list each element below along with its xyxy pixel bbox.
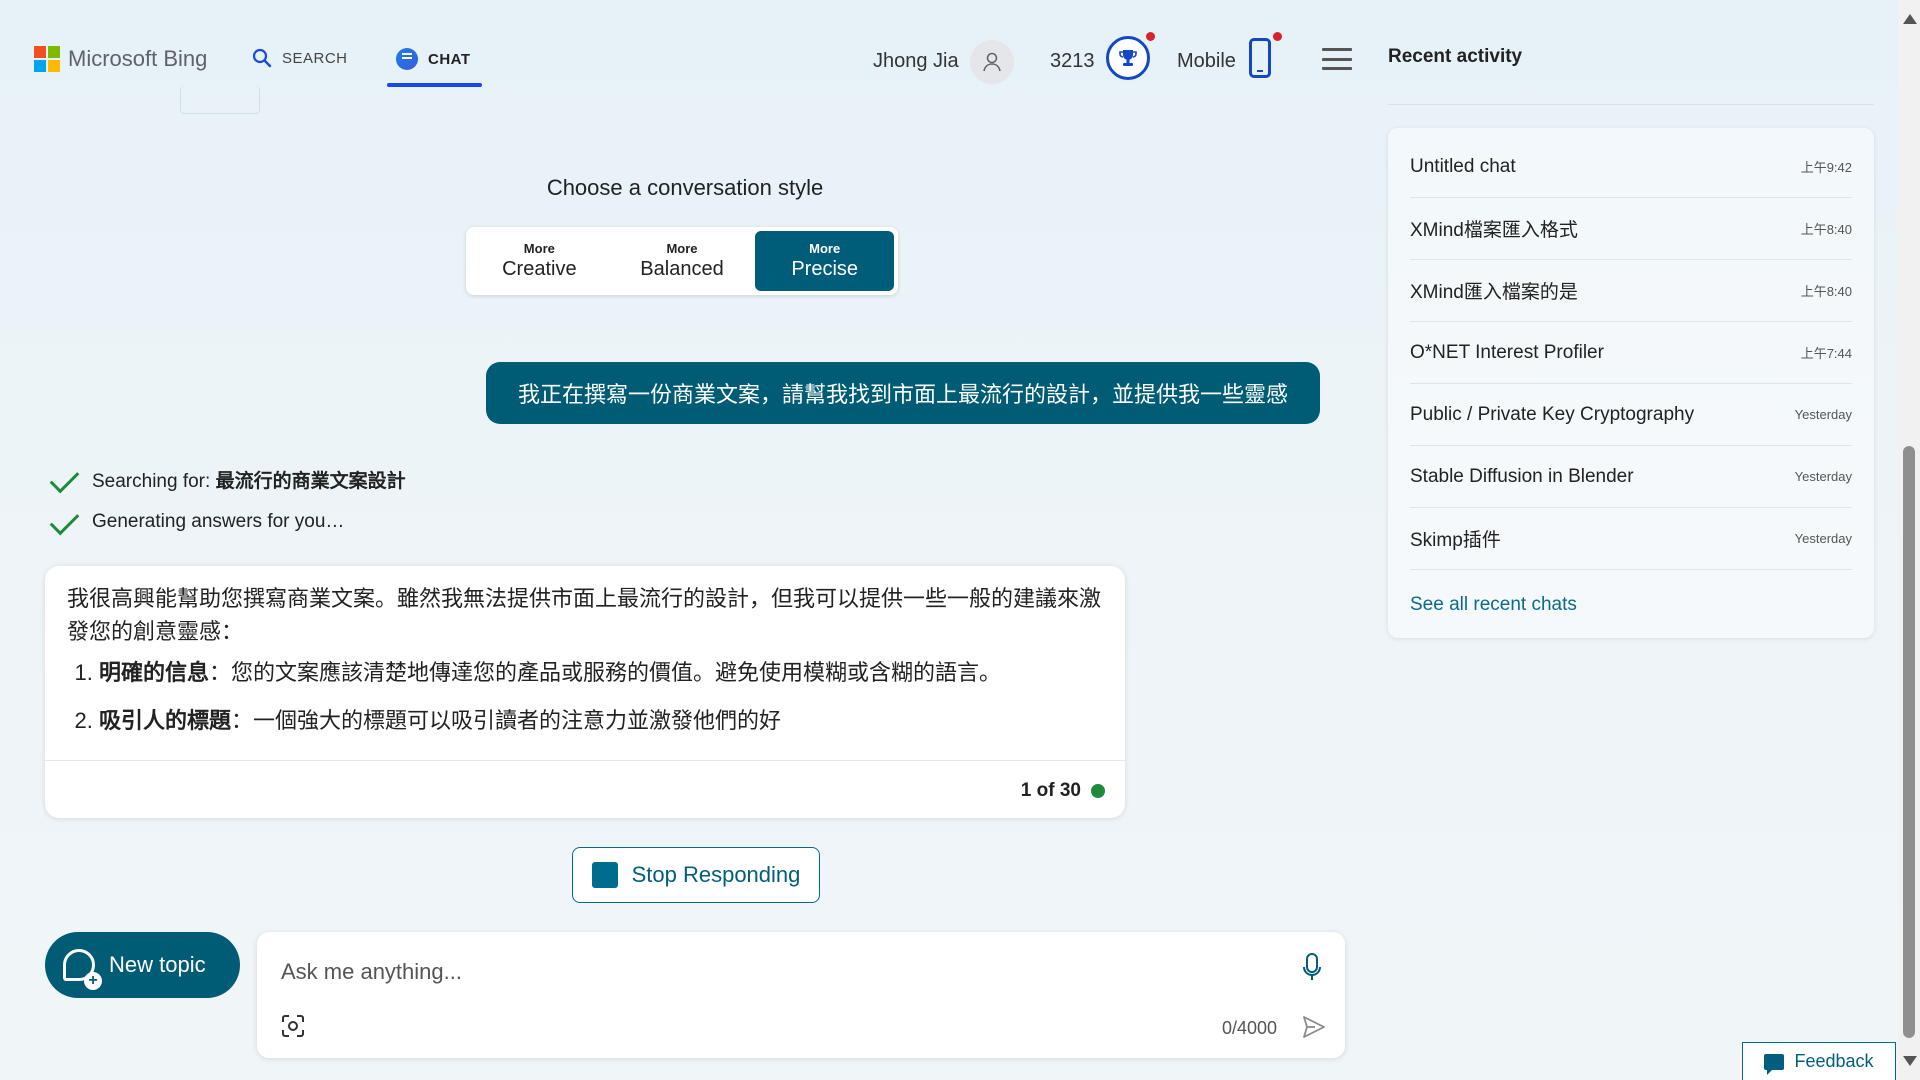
checkmark-icon <box>48 469 78 491</box>
style-option-balanced[interactable]: More Balanced <box>613 231 752 291</box>
feedback-icon <box>1764 1053 1785 1075</box>
response-counter-text: 1 of 30 <box>1020 780 1081 801</box>
feedback-label: Feedback <box>1794 1051 1874 1071</box>
recent-chat-title: Public / Private Key Cryptography <box>1410 403 1695 425</box>
conversation-style-selector: More Creative More Balanced More Precise <box>466 227 898 295</box>
stop-icon <box>591 862 618 888</box>
recent-chat-time: Yesterday <box>1794 469 1852 484</box>
status-dot-icon <box>1091 784 1105 798</box>
tab-chat-label: CHAT <box>428 50 471 68</box>
scroll-down-arrow-icon[interactable] <box>1903 1056 1917 1066</box>
answer-card: 我很高興能幫助您撰寫商業文案。雖然我無法提供市面上最流行的設計，但我可以提供一些… <box>45 566 1125 818</box>
recent-chat-item[interactable]: Skimp插件 Yesterday <box>1410 508 1852 570</box>
mobile-notification-dot <box>1273 32 1282 41</box>
list-item-title: 明確的信息 <box>99 660 210 685</box>
recent-chat-title: Untitled chat <box>1410 155 1516 177</box>
list-item: 吸引人的標題：一個強大的標題可以吸引讀者的注意力並激發他們的好 <box>99 704 1103 737</box>
feedback-button[interactable]: Feedback <box>1742 1042 1896 1080</box>
scrollbar-thumb[interactable] <box>1903 446 1915 1038</box>
status-searching: Searching for: 最流行的商業文案設計 <box>48 466 406 493</box>
microsoft-logo-icon <box>34 46 60 72</box>
recent-chat-title: XMind匯入檔案的是 <box>1410 282 1578 303</box>
search-query[interactable]: 最流行的商業文案設計 <box>216 471 406 492</box>
search-icon <box>252 48 272 68</box>
recent-activity-title: Recent activity <box>1388 46 1523 67</box>
visual-search-icon[interactable] <box>281 1014 305 1038</box>
send-icon[interactable] <box>1301 1014 1327 1040</box>
chat-input[interactable] <box>279 952 1239 992</box>
stop-responding-label: Stop Responding <box>631 862 801 887</box>
answer-intro: 我很高興能幫助您撰寫商業文案。雖然我無法提供市面上最流行的設計，但我可以提供一些… <box>67 586 1102 644</box>
rewards-notification-dot <box>1146 32 1155 41</box>
chat-input-box: 0/4000 <box>257 932 1345 1058</box>
recent-chat-time: 上午8:40 <box>1800 284 1852 299</box>
new-topic-button[interactable]: New topic <box>45 932 240 998</box>
mobile-phone-icon[interactable] <box>1249 38 1271 78</box>
recent-chat-item[interactable]: Stable Diffusion in Blender Yesterday <box>1410 446 1852 508</box>
recent-chat-title: XMind檔案匯入格式 <box>1410 220 1578 241</box>
list-item-title: 吸引人的標題 <box>99 708 232 733</box>
recent-chat-item[interactable]: O*NET Interest Profiler 上午7:44 <box>1410 322 1852 384</box>
recent-chat-item[interactable]: XMind匯入檔案的是 上午8:40 <box>1410 260 1852 322</box>
user-icon <box>983 52 1001 72</box>
tab-chat[interactable]: CHAT <box>396 48 471 70</box>
list-item-text: ：您的文案應該清楚地傳達您的產品或服務的價值。避免使用模糊或含糊的語言。 <box>209 660 1002 685</box>
style-option-prefix: More <box>809 241 841 256</box>
user-name[interactable]: Jhong Jia <box>873 50 959 73</box>
divider <box>1388 104 1874 105</box>
recent-chat-title: O*NET Interest Profiler <box>1410 341 1604 363</box>
recent-chat-time: 上午9:42 <box>1800 160 1852 175</box>
scrollbar[interactable] <box>1898 0 1920 1080</box>
chat-icon <box>396 48 418 70</box>
style-option-label: Precise <box>791 258 859 280</box>
recent-chat-item[interactable]: Public / Private Key Cryptography Yesterd… <box>1410 384 1852 446</box>
new-topic-label: New topic <box>109 952 206 977</box>
recent-chat-title: Stable Diffusion in Blender <box>1410 465 1634 487</box>
recent-chat-time: Yesterday <box>1794 531 1852 546</box>
microphone-icon[interactable] <box>1301 950 1323 986</box>
tab-search[interactable]: SEARCH <box>252 48 348 68</box>
style-option-label: Balanced <box>640 258 724 280</box>
status-prefix: Searching for: <box>92 471 216 492</box>
see-all-recent-chats-link[interactable]: See all recent chats <box>1410 594 1577 616</box>
rewards-trophy-icon[interactable] <box>1106 36 1150 80</box>
checkmark-icon <box>48 511 78 533</box>
recent-chat-time: 上午8:40 <box>1800 222 1852 237</box>
menu-icon[interactable] <box>1322 48 1352 70</box>
divider <box>45 760 1125 761</box>
active-tab-indicator <box>387 83 482 87</box>
avatar[interactable] <box>970 40 1014 84</box>
recent-chat-time: 上午7:44 <box>1800 346 1852 361</box>
conversation-style-title: Choose a conversation style <box>546 175 824 200</box>
faded-overlay-box <box>180 86 260 114</box>
scroll-up-arrow-icon[interactable] <box>1903 14 1917 24</box>
style-option-label: Creative <box>502 258 577 280</box>
style-option-prefix: More <box>523 241 555 256</box>
mobile-label[interactable]: Mobile <box>1177 50 1236 73</box>
tab-search-label: SEARCH <box>282 49 348 67</box>
user-message: 我正在撰寫一份商業文案，請幫我找到市面上最流行的設計，並提供我一些靈感 <box>486 362 1320 424</box>
list-item-text: ：一個強大的標題可以吸引讀者的注意力並激發他們的好 <box>231 708 782 733</box>
bing-logo[interactable]: Microsoft Bing <box>34 46 207 72</box>
new-topic-icon <box>63 949 102 990</box>
status-generating: Generating answers for you… <box>48 511 344 533</box>
style-option-precise[interactable]: More Precise <box>755 231 895 291</box>
brand-name: Microsoft Bing <box>68 46 208 71</box>
list-item: 明確的信息：您的文案應該清楚地傳達您的產品或服務的價值。避免使用模糊或含糊的語言… <box>99 656 1103 689</box>
recent-chat-item[interactable]: Untitled chat 上午9:42 <box>1410 136 1852 198</box>
stop-responding-button[interactable]: Stop Responding <box>572 847 820 903</box>
recent-activity-panel: Untitled chat 上午9:42 XMind檔案匯入格式 上午8:40 XM… <box>1388 128 1874 638</box>
response-counter: 1 of 30 <box>1021 780 1105 802</box>
status-text: Generating answers for you… <box>92 511 345 532</box>
recent-chat-item[interactable]: XMind檔案匯入格式 上午8:40 <box>1410 198 1852 260</box>
recent-chat-title: Skimp插件 <box>1410 530 1501 551</box>
style-option-prefix: More <box>666 241 698 256</box>
rewards-points[interactable]: 3213 <box>1050 50 1095 73</box>
character-count: 0/4000 <box>1221 1018 1277 1038</box>
answer-list: 明確的信息：您的文案應該清楚地傳達您的產品或服務的價值。避免使用模糊或含糊的語言… <box>67 656 1103 737</box>
style-option-creative[interactable]: More Creative <box>470 231 609 291</box>
recent-chat-time: Yesterday <box>1794 407 1852 422</box>
